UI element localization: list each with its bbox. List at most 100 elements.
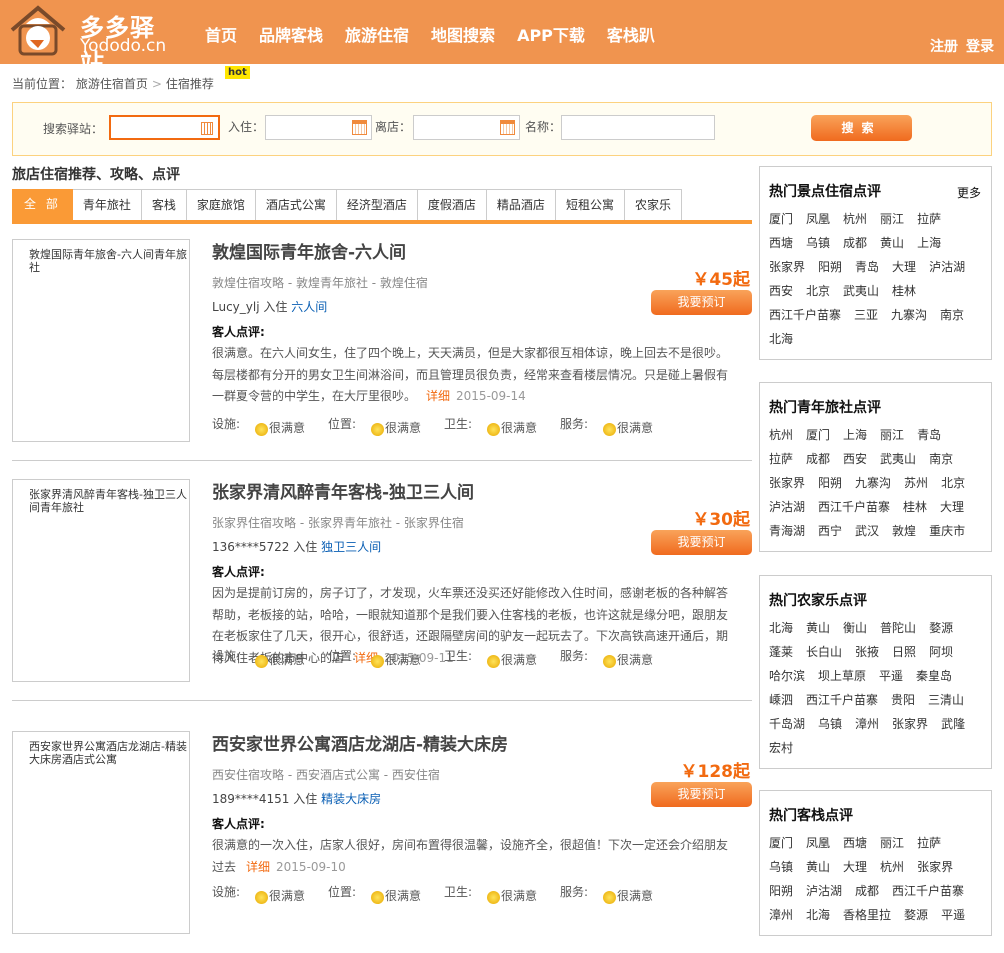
city-link[interactable]: 千岛湖 (769, 712, 805, 736)
city-link[interactable]: 拉萨 (917, 831, 941, 855)
city-link[interactable]: 嵊泗 (769, 688, 793, 712)
detail-link[interactable]: 详细 (246, 860, 270, 874)
city-link[interactable]: 三亚 (854, 303, 878, 327)
city-link[interactable]: 漳州 (769, 903, 793, 927)
city-link[interactable]: 西安 (843, 447, 867, 471)
city-link[interactable]: 阳朔 (769, 879, 793, 903)
city-link[interactable]: 西江千户苗寨 (806, 688, 878, 712)
nav-inn-party[interactable]: 客栈趴 (607, 22, 655, 46)
city-link[interactable]: 衡山 (843, 616, 867, 640)
city-link[interactable]: 张家界 (769, 255, 805, 279)
city-link[interactable]: 大理 (940, 495, 964, 519)
city-link[interactable]: 重庆市 (929, 519, 965, 543)
room-link[interactable]: 独卫三人间 (321, 540, 381, 554)
city-link[interactable]: 杭州 (880, 855, 904, 879)
login-link[interactable]: 登录 (966, 36, 994, 56)
city-link[interactable]: 哈尔滨 (769, 664, 805, 688)
city-link[interactable]: 张家界 (769, 471, 805, 495)
city-link[interactable]: 桂林 (892, 279, 916, 303)
nav-map-search[interactable]: 地图搜索 (431, 22, 495, 46)
city-link[interactable]: 丽江 (880, 831, 904, 855)
nav-brand-inns[interactable]: 品牌客栈 (259, 22, 323, 46)
nav-app-download[interactable]: APP下载 (517, 22, 585, 46)
city-link[interactable]: 敦煌 (892, 519, 916, 543)
city-link[interactable]: 日照 (892, 640, 916, 664)
room-link[interactable]: 六人间 (291, 300, 327, 314)
city-link[interactable]: 泸沽湖 (769, 495, 805, 519)
city-link[interactable]: 武夷山 (880, 447, 916, 471)
city-link[interactable]: 上海 (843, 423, 867, 447)
checkin-date-input[interactable] (265, 115, 372, 140)
city-link[interactable]: 乌镇 (769, 855, 793, 879)
listing-title[interactable]: 西安家世界公寓酒店龙湖店-精装大床房 (212, 730, 508, 755)
city-link[interactable]: 张家界 (892, 712, 928, 736)
city-link[interactable]: 青岛 (855, 255, 879, 279)
more-link[interactable]: 更多 (957, 184, 981, 201)
city-link[interactable]: 香格里拉 (843, 903, 891, 927)
name-input[interactable] (561, 115, 715, 140)
city-link[interactable]: 阿坝 (929, 640, 953, 664)
city-link[interactable]: 平遥 (941, 903, 965, 927)
breadcrumb-home[interactable]: 旅游住宿首页 (76, 77, 148, 91)
city-link[interactable]: 普陀山 (880, 616, 916, 640)
nav-home[interactable]: 首页 (205, 22, 237, 46)
room-link[interactable]: 精装大床房 (321, 792, 381, 806)
city-link[interactable]: 黄山 (806, 616, 830, 640)
city-link[interactable]: 凤凰 (806, 207, 830, 231)
city-link[interactable]: 成都 (843, 231, 867, 255)
city-link[interactable]: 阳朔 (818, 471, 842, 495)
city-link[interactable]: 成都 (855, 879, 879, 903)
tab-boutique-hotel[interactable]: 精品酒店 (486, 189, 556, 220)
checkout-date-input[interactable] (413, 115, 520, 140)
city-link[interactable]: 漳州 (855, 712, 879, 736)
city-link[interactable]: 张掖 (855, 640, 879, 664)
city-link[interactable]: 丽江 (880, 207, 904, 231)
calendar-icon[interactable] (500, 120, 515, 135)
tab-resort-hotel[interactable]: 度假酒店 (417, 189, 487, 220)
city-link[interactable]: 西宁 (818, 519, 842, 543)
city-link[interactable]: 大理 (843, 855, 867, 879)
search-button[interactable]: 搜索 (811, 115, 912, 141)
city-link[interactable]: 大理 (892, 255, 916, 279)
city-link[interactable]: 阳朔 (818, 255, 842, 279)
city-link[interactable]: 北海 (769, 616, 793, 640)
city-link[interactable]: 拉萨 (917, 207, 941, 231)
city-link[interactable]: 上海 (917, 231, 941, 255)
city-link[interactable]: 青海湖 (769, 519, 805, 543)
tab-short-rental[interactable]: 短租公寓 (555, 189, 625, 220)
logo[interactable]: 多多驿站 Yododo.cn (8, 4, 178, 77)
city-link[interactable]: 武汉 (855, 519, 879, 543)
register-link[interactable]: 注册 (930, 36, 958, 56)
city-link[interactable]: 泸沽湖 (929, 255, 965, 279)
city-link[interactable]: 厦门 (806, 423, 830, 447)
listing-links[interactable]: 西安住宿攻略 - 西安酒店式公寓 - 西安住宿 (212, 766, 440, 783)
city-link[interactable]: 九寨沟 (855, 471, 891, 495)
nav-travel-lodging[interactable]: 旅游住宿 (345, 22, 409, 46)
city-link[interactable]: 厦门 (769, 831, 793, 855)
city-link[interactable]: 平遥 (879, 664, 903, 688)
city-link[interactable]: 贵阳 (891, 688, 915, 712)
tab-inn[interactable]: 客栈 (141, 189, 187, 220)
city-link[interactable]: 西安 (769, 279, 793, 303)
listing-image[interactable]: 西安家世界公寓酒店龙湖店-精装大床房酒店式公寓 (12, 731, 190, 934)
city-link[interactable]: 北京 (941, 471, 965, 495)
city-link[interactable]: 坝上草原 (818, 664, 866, 688)
city-link[interactable]: 武隆 (941, 712, 965, 736)
book-button[interactable]: 我要预订 (651, 530, 752, 555)
book-button[interactable]: 我要预订 (651, 782, 752, 807)
city-link[interactable]: 婺源 (904, 903, 928, 927)
city-link[interactable]: 杭州 (843, 207, 867, 231)
city-link[interactable]: 西江千户苗寨 (818, 495, 890, 519)
detail-link[interactable]: 详细 (426, 389, 450, 403)
city-link[interactable]: 九寨沟 (891, 303, 927, 327)
city-link[interactable]: 西江千户苗寨 (769, 303, 841, 327)
city-link[interactable]: 苏州 (904, 471, 928, 495)
station-input[interactable] (109, 115, 220, 140)
city-link[interactable]: 婺源 (929, 616, 953, 640)
book-button[interactable]: 我要预订 (651, 290, 752, 315)
city-link[interactable]: 拉萨 (769, 447, 793, 471)
tab-farm-stay[interactable]: 农家乐 (624, 189, 682, 220)
city-link[interactable]: 西塘 (843, 831, 867, 855)
city-link[interactable]: 宏村 (769, 736, 793, 760)
city-link[interactable]: 丽江 (880, 423, 904, 447)
